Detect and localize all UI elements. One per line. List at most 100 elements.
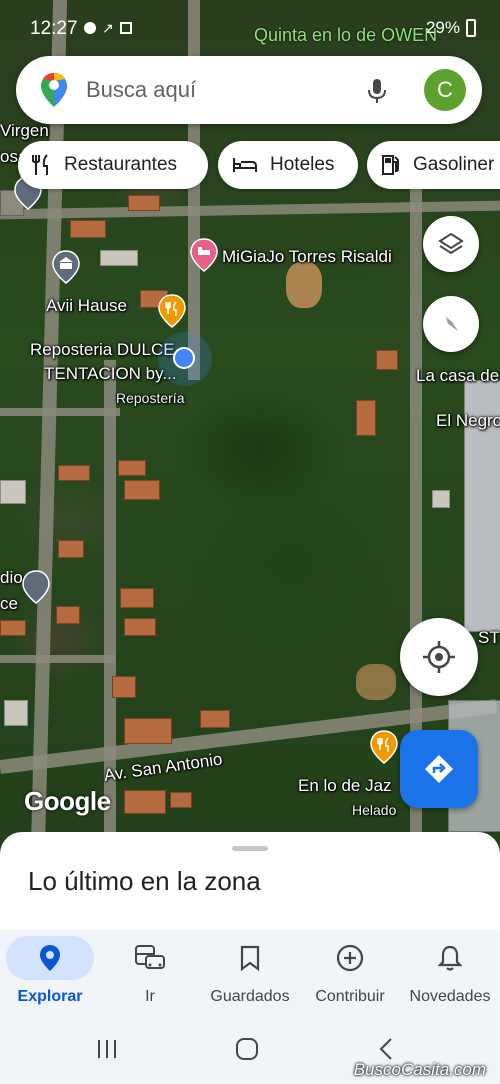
bottom-navigation: Explorar Ir Guardados Contribuir Novedad… bbox=[0, 930, 500, 1020]
sheet-drag-handle[interactable] bbox=[232, 846, 268, 851]
building bbox=[100, 250, 138, 266]
nav-label: Contribuir bbox=[315, 988, 385, 1005]
map-label[interactable]: dio bbox=[0, 568, 23, 588]
bottom-sheet[interactable]: Lo último en la zona bbox=[0, 832, 500, 932]
building bbox=[124, 790, 166, 814]
nav-contribuir[interactable]: Contribuir bbox=[300, 930, 400, 1020]
map-label-reposteria[interactable]: TENTACION by... bbox=[44, 364, 177, 384]
road bbox=[0, 200, 500, 220]
building bbox=[58, 540, 84, 558]
dirt-patch bbox=[356, 664, 396, 700]
current-location-dot-center bbox=[173, 347, 195, 369]
missed-call-icon: ↗ bbox=[102, 20, 114, 36]
nav-label: Guardados bbox=[210, 988, 290, 1005]
location-pin-icon bbox=[40, 945, 60, 971]
map-label-avii[interactable]: Avii Hause bbox=[46, 296, 127, 316]
search-bar[interactable]: Busca aquí C bbox=[16, 56, 482, 124]
sheet-title: Lo último en la zona bbox=[28, 866, 261, 896]
notification-icon bbox=[84, 22, 96, 34]
battery-level: 29% bbox=[425, 18, 460, 37]
map-label-jaz[interactable]: En lo de Jaz bbox=[298, 776, 392, 796]
building bbox=[128, 195, 160, 211]
map-label-hotel[interactable]: MiGiaJo Torres Risaldi bbox=[222, 247, 392, 267]
building bbox=[124, 480, 160, 500]
layers-icon bbox=[438, 232, 464, 255]
map-label[interactable]: STE bbox=[478, 628, 500, 648]
road bbox=[0, 655, 115, 663]
chip-label: Hoteles bbox=[270, 154, 335, 175]
building bbox=[432, 490, 450, 508]
nav-novedades[interactable]: Novedades bbox=[400, 930, 500, 1020]
app-notification-icon bbox=[119, 22, 132, 34]
nav-label: Novedades bbox=[409, 988, 491, 1005]
gas-station-icon bbox=[381, 154, 401, 176]
bell-icon bbox=[438, 945, 462, 971]
my-location-button[interactable] bbox=[400, 618, 478, 696]
chip-restaurantes[interactable]: Restaurantes bbox=[18, 141, 208, 189]
building bbox=[58, 465, 90, 481]
crosshair-icon bbox=[423, 641, 455, 673]
system-navigation-bar: BuscoCasita.com bbox=[0, 1020, 500, 1084]
home-icon[interactable] bbox=[235, 1037, 259, 1061]
status-time: 12:27 bbox=[30, 18, 78, 39]
bed-icon bbox=[232, 156, 258, 174]
nav-label: Ir bbox=[145, 988, 155, 1005]
map-label[interactable]: El Negro bbox=[436, 411, 500, 431]
place-pin-icon[interactable] bbox=[22, 570, 50, 604]
building bbox=[0, 620, 26, 636]
chip-gasolineras[interactable]: Gasoliner bbox=[367, 141, 500, 189]
directions-button[interactable] bbox=[400, 730, 478, 808]
back-icon[interactable] bbox=[378, 1037, 394, 1061]
building bbox=[112, 676, 136, 698]
avatar[interactable]: C bbox=[424, 69, 466, 111]
building bbox=[356, 400, 376, 436]
chip-label: Gasoliner bbox=[413, 154, 495, 175]
building bbox=[56, 606, 80, 624]
restaurant-pin-icon[interactable] bbox=[158, 294, 186, 328]
maps-logo-icon bbox=[41, 73, 67, 107]
compass-icon bbox=[446, 317, 458, 331]
building bbox=[200, 710, 230, 728]
battery-icon bbox=[466, 19, 476, 37]
chip-hoteles[interactable]: Hoteles bbox=[218, 141, 358, 189]
building bbox=[0, 480, 26, 504]
search-input[interactable]: Busca aquí bbox=[86, 77, 196, 103]
google-logo: Google bbox=[24, 786, 111, 816]
hotel-pin-icon[interactable] bbox=[190, 238, 218, 272]
notification-icons: ↗ bbox=[84, 20, 132, 36]
icecream-pin-icon[interactable] bbox=[370, 730, 398, 764]
place-overlay-label[interactable]: Quinta en lo de OWEN bbox=[254, 25, 437, 46]
compass-button[interactable] bbox=[423, 296, 479, 352]
building bbox=[120, 588, 154, 608]
add-circle-icon bbox=[336, 944, 364, 972]
directions-icon bbox=[425, 755, 453, 783]
nav-ir[interactable]: Ir bbox=[100, 930, 200, 1020]
map-label[interactable]: La casa de bbox=[416, 366, 499, 386]
building bbox=[118, 460, 146, 476]
satellite-map[interactable] bbox=[0, 0, 500, 850]
chip-label: Restaurantes bbox=[64, 154, 178, 175]
map-label-category: Repostería bbox=[116, 390, 185, 406]
layers-button[interactable] bbox=[423, 216, 479, 272]
nav-label: Explorar bbox=[17, 988, 83, 1005]
building bbox=[124, 618, 156, 636]
fork-knife-icon bbox=[32, 154, 52, 176]
road bbox=[0, 408, 120, 416]
building bbox=[170, 792, 192, 808]
microphone-icon[interactable] bbox=[366, 78, 388, 104]
museum-pin-icon[interactable] bbox=[52, 250, 80, 284]
commute-icon bbox=[135, 945, 165, 969]
bookmark-icon bbox=[240, 945, 260, 971]
nav-guardados[interactable]: Guardados bbox=[200, 930, 300, 1020]
recents-icon[interactable] bbox=[96, 1038, 118, 1060]
watermark: BuscoCasita.com bbox=[353, 1060, 486, 1079]
status-right: 29% bbox=[426, 18, 476, 38]
dirt-patch bbox=[286, 262, 322, 308]
map-label-category: Helado bbox=[352, 802, 397, 818]
status-bar: 12:27 ↗ Quinta en lo de OWEN 29% bbox=[0, 0, 500, 58]
building bbox=[124, 718, 172, 744]
map-label-reposteria[interactable]: Reposteria DULCE bbox=[30, 340, 175, 360]
nav-explorar[interactable]: Explorar bbox=[0, 930, 100, 1020]
map-label[interactable]: ce bbox=[0, 594, 18, 614]
map-label[interactable]: Virgen bbox=[0, 121, 49, 141]
